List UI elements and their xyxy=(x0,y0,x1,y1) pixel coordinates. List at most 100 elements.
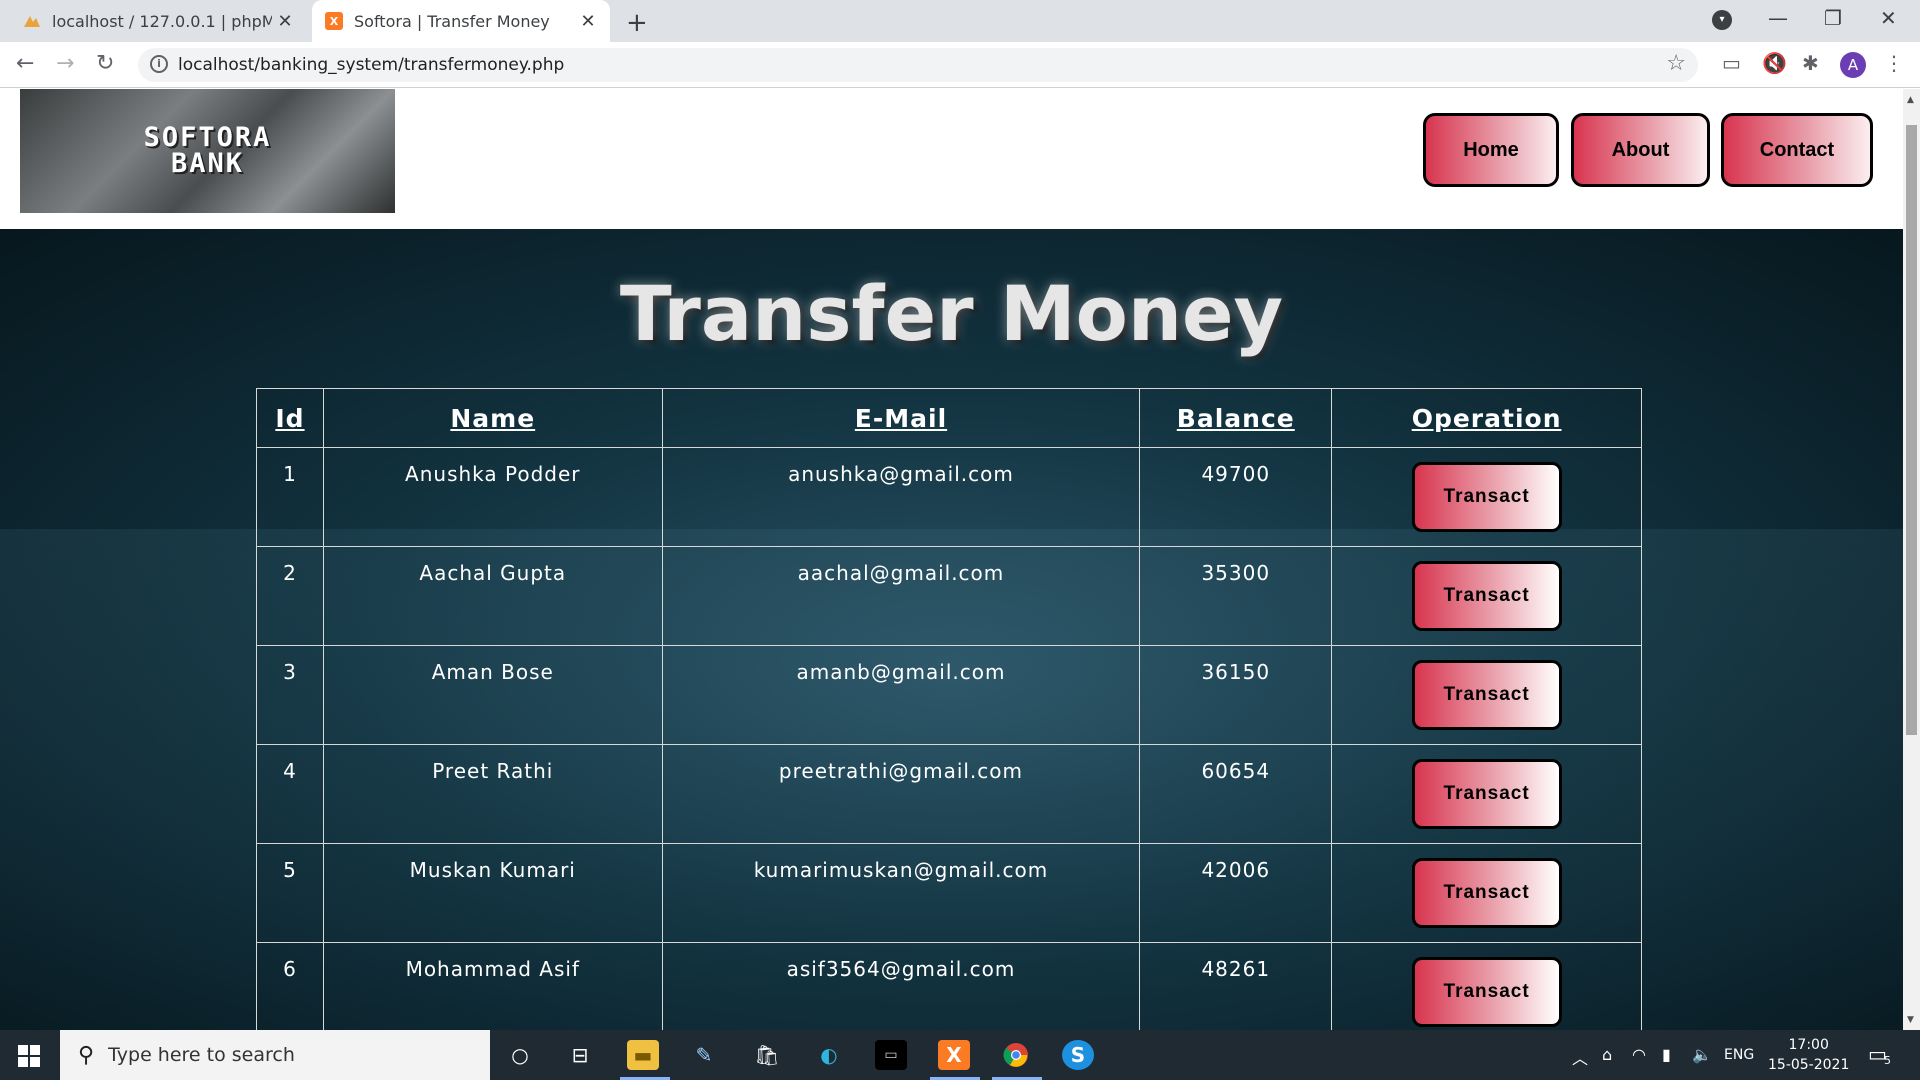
transact-button[interactable]: Transact xyxy=(1411,759,1562,829)
bookmark-star-icon[interactable]: ☆ xyxy=(1666,51,1686,76)
cell-name: Anushka Podder xyxy=(322,447,663,547)
close-tab-icon[interactable]: ✕ xyxy=(578,11,598,32)
transact-button[interactable]: Transact xyxy=(1411,660,1562,730)
menu-icon[interactable]: ⋮ xyxy=(1884,51,1904,75)
site-info-icon[interactable]: i xyxy=(150,55,168,73)
column-header-balance: Balance xyxy=(1139,388,1333,448)
close-window-icon[interactable]: ✕ xyxy=(1880,6,1897,30)
page-scrollbar[interactable]: ▲ ▼ xyxy=(1903,89,1920,1030)
language-indicator[interactable]: ENG xyxy=(1724,1047,1754,1063)
cell-balance: 48261 xyxy=(1139,942,1333,1030)
nav-home-button[interactable]: Home xyxy=(1423,113,1559,187)
table-header-row: Id Name E-Mail Balance Operation xyxy=(256,388,1642,448)
site-header: SOFTORA BANK Home About Contact xyxy=(0,89,1903,229)
windows-taskbar: ⚲ Type here to search ○ ⊟ ▬ ✎ 🛍 ◐ ▭ X S … xyxy=(0,1030,1920,1080)
web-page: SOFTORA BANK Home About Contact Transfer… xyxy=(0,89,1903,1030)
tab-transfer-money[interactable]: X Softora | Transfer Money ✕ xyxy=(312,0,610,42)
device-icon[interactable]: ⌂ xyxy=(1602,1045,1612,1064)
minimize-icon[interactable]: — xyxy=(1768,6,1788,30)
tab-phpmyadmin[interactable]: localhost / 127.0.0.1 | phpMyAdmin ✕ xyxy=(22,0,307,42)
task-view-icon[interactable]: ⊟ xyxy=(564,1040,596,1070)
reading-list-icon[interactable]: ▭ xyxy=(1722,51,1741,75)
battery-icon[interactable]: ▮ xyxy=(1662,1045,1671,1064)
column-header-email: E-Mail xyxy=(661,388,1141,448)
address-bar[interactable]: i localhost/banking_system/transfermoney… xyxy=(138,48,1698,82)
close-tab-icon[interactable]: ✕ xyxy=(275,11,295,32)
microsoft-store-icon[interactable]: 🛍 xyxy=(751,1040,783,1070)
url-text[interactable]: localhost/banking_system/transfermoney.p… xyxy=(178,55,564,75)
cortana-icon[interactable]: ○ xyxy=(504,1040,536,1070)
logo-line2: BANK xyxy=(170,148,245,179)
cell-balance: 36150 xyxy=(1139,645,1333,745)
scroll-down-icon[interactable]: ▼ xyxy=(1907,1015,1914,1025)
cell-email: amanb@gmail.com xyxy=(661,645,1141,745)
cell-id: 2 xyxy=(256,546,324,646)
cell-operation: Transact xyxy=(1331,942,1642,1030)
extensions-icon[interactable]: ✱ xyxy=(1802,51,1819,75)
table-row: 4 Preet Rathi preetrathi@gmail.com 60654… xyxy=(256,744,1642,844)
bank-logo: SOFTORA BANK xyxy=(20,89,395,213)
cell-balance: 49700 xyxy=(1139,447,1333,547)
file-explorer-icon[interactable]: ▬ xyxy=(627,1040,659,1070)
skype-icon[interactable]: S xyxy=(1062,1040,1094,1070)
table-row: 3 Aman Bose amanb@gmail.com 36150 Transa… xyxy=(256,645,1642,745)
transact-button[interactable]: Transact xyxy=(1411,462,1562,532)
volume-icon[interactable]: 🔈 xyxy=(1692,1045,1712,1064)
windows-start-icon[interactable] xyxy=(18,1045,40,1067)
mute-icon[interactable]: 🔇 xyxy=(1762,51,1787,75)
cell-name: Aman Bose xyxy=(322,645,663,745)
scroll-up-icon[interactable]: ▲ xyxy=(1907,95,1914,105)
cell-name: Aachal Gupta xyxy=(322,546,663,646)
cell-balance: 35300 xyxy=(1139,546,1333,646)
cell-email: asif3564@gmail.com xyxy=(661,942,1141,1030)
cell-operation: Transact xyxy=(1331,645,1642,745)
tab-label: localhost / 127.0.0.1 | phpMyAdmin xyxy=(52,11,272,31)
terminal-icon[interactable]: ▭ xyxy=(875,1040,907,1070)
forward-icon[interactable]: → xyxy=(56,51,74,76)
restore-icon[interactable]: ❐ xyxy=(1824,6,1842,30)
show-hidden-icons-icon[interactable]: ︿ xyxy=(1572,1045,1588,1069)
taskbar-search-box[interactable]: ⚲ Type here to search xyxy=(60,1030,490,1080)
nav-contact-button[interactable]: Contact xyxy=(1721,113,1873,187)
cell-name: Muskan Kumari xyxy=(322,843,663,943)
wifi-icon[interactable]: ◠ xyxy=(1632,1045,1646,1064)
xampp-icon: X xyxy=(324,11,344,31)
nav-about-button[interactable]: About xyxy=(1571,113,1710,187)
notification-count: 5 xyxy=(1884,1054,1891,1067)
cell-name: Preet Rathi xyxy=(322,744,663,844)
browser-toolbar: ← → ↻ i localhost/banking_system/transfe… xyxy=(0,42,1920,88)
tab-search-icon[interactable]: ▾ xyxy=(1712,10,1732,30)
cell-name: Mohammad Asif xyxy=(322,942,663,1030)
table-row: 1 Anushka Podder anushka@gmail.com 49700… xyxy=(256,447,1642,547)
column-header-operation: Operation xyxy=(1331,388,1642,448)
profile-avatar[interactable]: A xyxy=(1840,52,1866,78)
cell-operation: Transact xyxy=(1331,546,1642,646)
page-title: Transfer Money xyxy=(619,269,1284,358)
table-row: 2 Aachal Gupta aachal@gmail.com 35300 Tr… xyxy=(256,546,1642,646)
cell-email: anushka@gmail.com xyxy=(661,447,1141,547)
cell-balance: 60654 xyxy=(1139,744,1333,844)
xampp-taskbar-icon[interactable]: X xyxy=(938,1040,970,1070)
table-row: 6 Mohammad Asif asif3564@gmail.com 48261… xyxy=(256,942,1642,1030)
edge-icon[interactable]: ◐ xyxy=(813,1040,845,1070)
cell-id: 5 xyxy=(256,843,324,943)
cell-email: aachal@gmail.com xyxy=(661,546,1141,646)
transact-button[interactable]: Transact xyxy=(1411,561,1562,631)
cell-id: 3 xyxy=(256,645,324,745)
notepad-icon[interactable]: ✎ xyxy=(688,1040,720,1070)
cell-id: 6 xyxy=(256,942,324,1030)
scrollbar-thumb[interactable] xyxy=(1906,125,1917,735)
back-icon[interactable]: ← xyxy=(16,51,34,76)
new-tab-button[interactable]: + xyxy=(626,8,648,38)
column-header-id: Id xyxy=(256,388,324,448)
svg-text:X: X xyxy=(330,15,339,28)
transact-button[interactable]: Transact xyxy=(1411,858,1562,928)
reload-icon[interactable]: ↻ xyxy=(96,51,114,76)
chrome-icon[interactable] xyxy=(1000,1040,1032,1070)
transact-button[interactable]: Transact xyxy=(1411,957,1562,1027)
phpmyadmin-icon xyxy=(22,11,42,31)
taskbar-clock[interactable]: 17:00 15-05-2021 xyxy=(1768,1035,1849,1075)
cell-id: 1 xyxy=(256,447,324,547)
taskbar-search-placeholder: Type here to search xyxy=(108,1044,295,1066)
cell-email: kumarimuskan@gmail.com xyxy=(661,843,1141,943)
